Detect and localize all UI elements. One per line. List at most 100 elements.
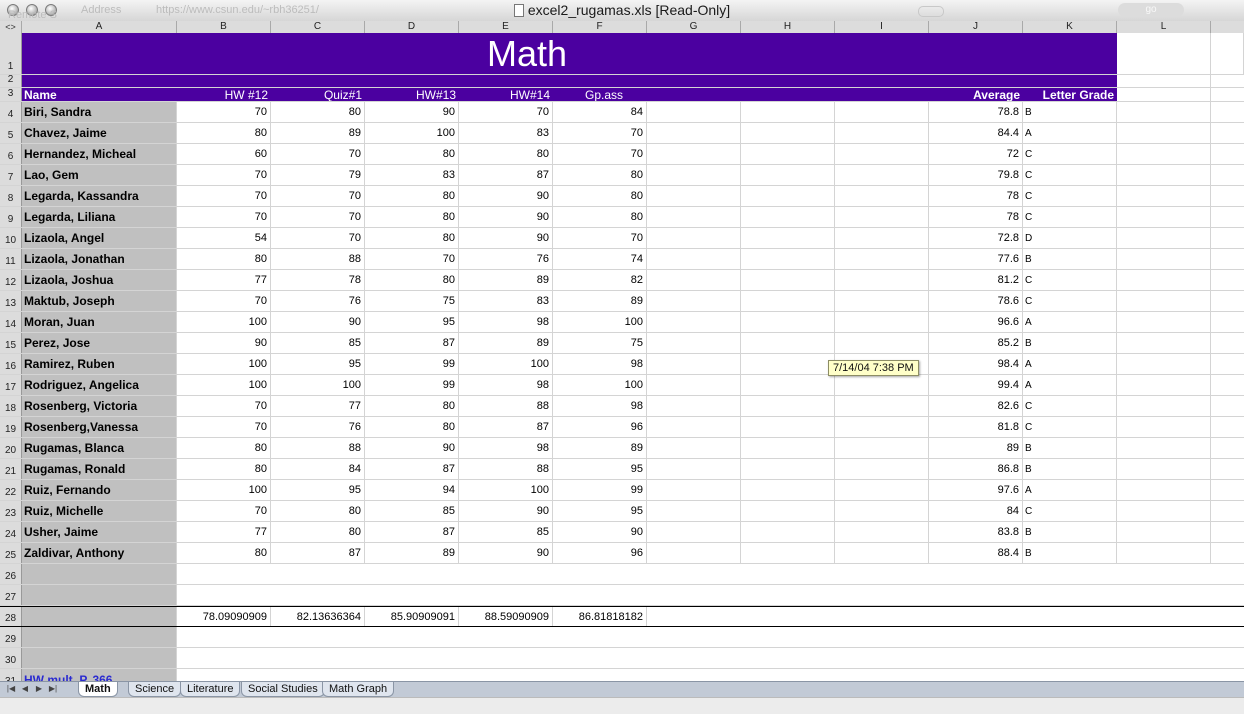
- letter-grade-cell[interactable]: B: [1023, 543, 1117, 563]
- score-cell-gpass[interactable]: 100: [553, 312, 647, 332]
- student-name-cell[interactable]: Lao, Gem: [22, 165, 177, 185]
- grid-cell[interactable]: [1117, 207, 1211, 227]
- score-cell-hw12[interactable]: 77: [177, 522, 271, 542]
- letter-grade-cell[interactable]: D: [1023, 228, 1117, 248]
- average-cell[interactable]: 97.6: [929, 480, 1023, 500]
- tab-literature[interactable]: Literature: [180, 682, 241, 697]
- grid-cell[interactable]: [835, 396, 929, 416]
- average-cell[interactable]: 83.8: [929, 522, 1023, 542]
- grid-cell[interactable]: [1117, 249, 1211, 269]
- row-number[interactable]: 27: [0, 585, 22, 605]
- score-cell-hw12[interactable]: 60: [177, 144, 271, 164]
- grid-cell[interactable]: [741, 522, 835, 542]
- select-all-corner[interactable]: <>: [0, 21, 22, 33]
- score-cell-quiz1[interactable]: 80: [271, 522, 365, 542]
- score-cell-quiz1[interactable]: 88: [271, 249, 365, 269]
- score-cell-quiz1[interactable]: 95: [271, 354, 365, 374]
- student-name-cell[interactable]: Moran, Juan: [22, 312, 177, 332]
- score-cell-hw13[interactable]: 83: [365, 165, 459, 185]
- row-number[interactable]: 29: [0, 627, 22, 647]
- row-number[interactable]: 16: [0, 354, 22, 374]
- score-cell-hw14[interactable]: 76: [459, 249, 553, 269]
- score-cell-hw12[interactable]: 70: [177, 417, 271, 437]
- grid-cell[interactable]: [1117, 270, 1211, 290]
- score-cell-hw13[interactable]: 80: [365, 207, 459, 227]
- score-cell-gpass[interactable]: 96: [553, 543, 647, 563]
- score-cell-gpass[interactable]: 89: [553, 291, 647, 311]
- average-cell[interactable]: 86.8: [929, 459, 1023, 479]
- score-cell-hw14[interactable]: 89: [459, 270, 553, 290]
- grid-cell[interactable]: [741, 480, 835, 500]
- letter-grade-cell[interactable]: B: [1023, 102, 1117, 122]
- student-name-cell[interactable]: Legarda, Kassandra: [22, 186, 177, 206]
- average-cell[interactable]: 78.8: [929, 102, 1023, 122]
- student-name-cell[interactable]: Zaldivar, Anthony: [22, 543, 177, 563]
- average-cell[interactable]: 96.6: [929, 312, 1023, 332]
- student-name-cell[interactable]: Lizaola, Jonathan: [22, 249, 177, 269]
- grid-cell[interactable]: [741, 123, 835, 143]
- row-number[interactable]: 30: [0, 648, 22, 668]
- column-header-b[interactable]: B: [177, 21, 271, 33]
- grid-cell[interactable]: [741, 333, 835, 353]
- score-cell-gpass[interactable]: 80: [553, 165, 647, 185]
- column-header-h[interactable]: H: [741, 21, 835, 33]
- score-cell-gpass[interactable]: 70: [553, 123, 647, 143]
- grid-cell[interactable]: [741, 438, 835, 458]
- score-cell-hw13[interactable]: 87: [365, 333, 459, 353]
- letter-grade-cell[interactable]: B: [1023, 249, 1117, 269]
- score-cell-hw14[interactable]: 88: [459, 396, 553, 416]
- score-cell-hw14[interactable]: 90: [459, 543, 553, 563]
- grid-cell[interactable]: [835, 144, 929, 164]
- row-number[interactable]: 1: [0, 33, 22, 74]
- grid-cell[interactable]: [647, 207, 741, 227]
- grid-cell[interactable]: [1117, 88, 1211, 101]
- grid-cell[interactable]: [647, 102, 741, 122]
- tab-math[interactable]: Math: [78, 682, 118, 697]
- grid-cell[interactable]: [647, 291, 741, 311]
- average-cell[interactable]: 98.4: [929, 354, 1023, 374]
- score-cell-hw13[interactable]: 99: [365, 354, 459, 374]
- average-cell[interactable]: 79.8: [929, 165, 1023, 185]
- row-number[interactable]: 13: [0, 291, 22, 311]
- header-hw14[interactable]: HW#14: [459, 88, 553, 101]
- grid-cell[interactable]: [741, 207, 835, 227]
- grid-cell[interactable]: [741, 459, 835, 479]
- grid-cell[interactable]: [647, 522, 741, 542]
- grid-cell[interactable]: [647, 333, 741, 353]
- grid-cell[interactable]: [1117, 417, 1211, 437]
- grid-cell[interactable]: [647, 501, 741, 521]
- header-gpass[interactable]: Gp.ass: [553, 88, 647, 101]
- row-number[interactable]: 11: [0, 249, 22, 269]
- score-cell-quiz1[interactable]: 70: [271, 207, 365, 227]
- score-cell-hw14[interactable]: 90: [459, 228, 553, 248]
- column-header-f[interactable]: F: [553, 21, 647, 33]
- grid-cell[interactable]: [741, 501, 835, 521]
- row-number[interactable]: 19: [0, 417, 22, 437]
- score-cell-gpass[interactable]: 100: [553, 375, 647, 395]
- grid-cell[interactable]: [835, 333, 929, 353]
- grid-cell[interactable]: [741, 417, 835, 437]
- average-cell[interactable]: 82.6: [929, 396, 1023, 416]
- score-cell-gpass[interactable]: 80: [553, 207, 647, 227]
- score-cell-hw12[interactable]: 70: [177, 207, 271, 227]
- score-cell-gpass[interactable]: 70: [553, 144, 647, 164]
- header-hw13[interactable]: HW#13: [365, 88, 459, 101]
- grid-cell[interactable]: [1117, 144, 1211, 164]
- average-cell[interactable]: 89: [929, 438, 1023, 458]
- score-cell-hw13[interactable]: 75: [365, 291, 459, 311]
- letter-grade-cell[interactable]: C: [1023, 207, 1117, 227]
- score-cell-quiz1[interactable]: 76: [271, 417, 365, 437]
- score-cell-hw14[interactable]: 70: [459, 102, 553, 122]
- score-cell-hw14[interactable]: 83: [459, 291, 553, 311]
- average-cell[interactable]: 81.2: [929, 270, 1023, 290]
- student-name-cell[interactable]: Rugamas, Ronald: [22, 459, 177, 479]
- score-cell-hw12[interactable]: 70: [177, 102, 271, 122]
- grid-cell[interactable]: [1117, 459, 1211, 479]
- average-cell[interactable]: 72: [929, 144, 1023, 164]
- student-name-cell[interactable]: Hernandez, Micheal: [22, 144, 177, 164]
- grid-cell[interactable]: [741, 543, 835, 563]
- average-cell[interactable]: 72.8: [929, 228, 1023, 248]
- grid-cell[interactable]: [1117, 354, 1211, 374]
- score-cell-hw14[interactable]: 98: [459, 375, 553, 395]
- grid-cell[interactable]: [741, 228, 835, 248]
